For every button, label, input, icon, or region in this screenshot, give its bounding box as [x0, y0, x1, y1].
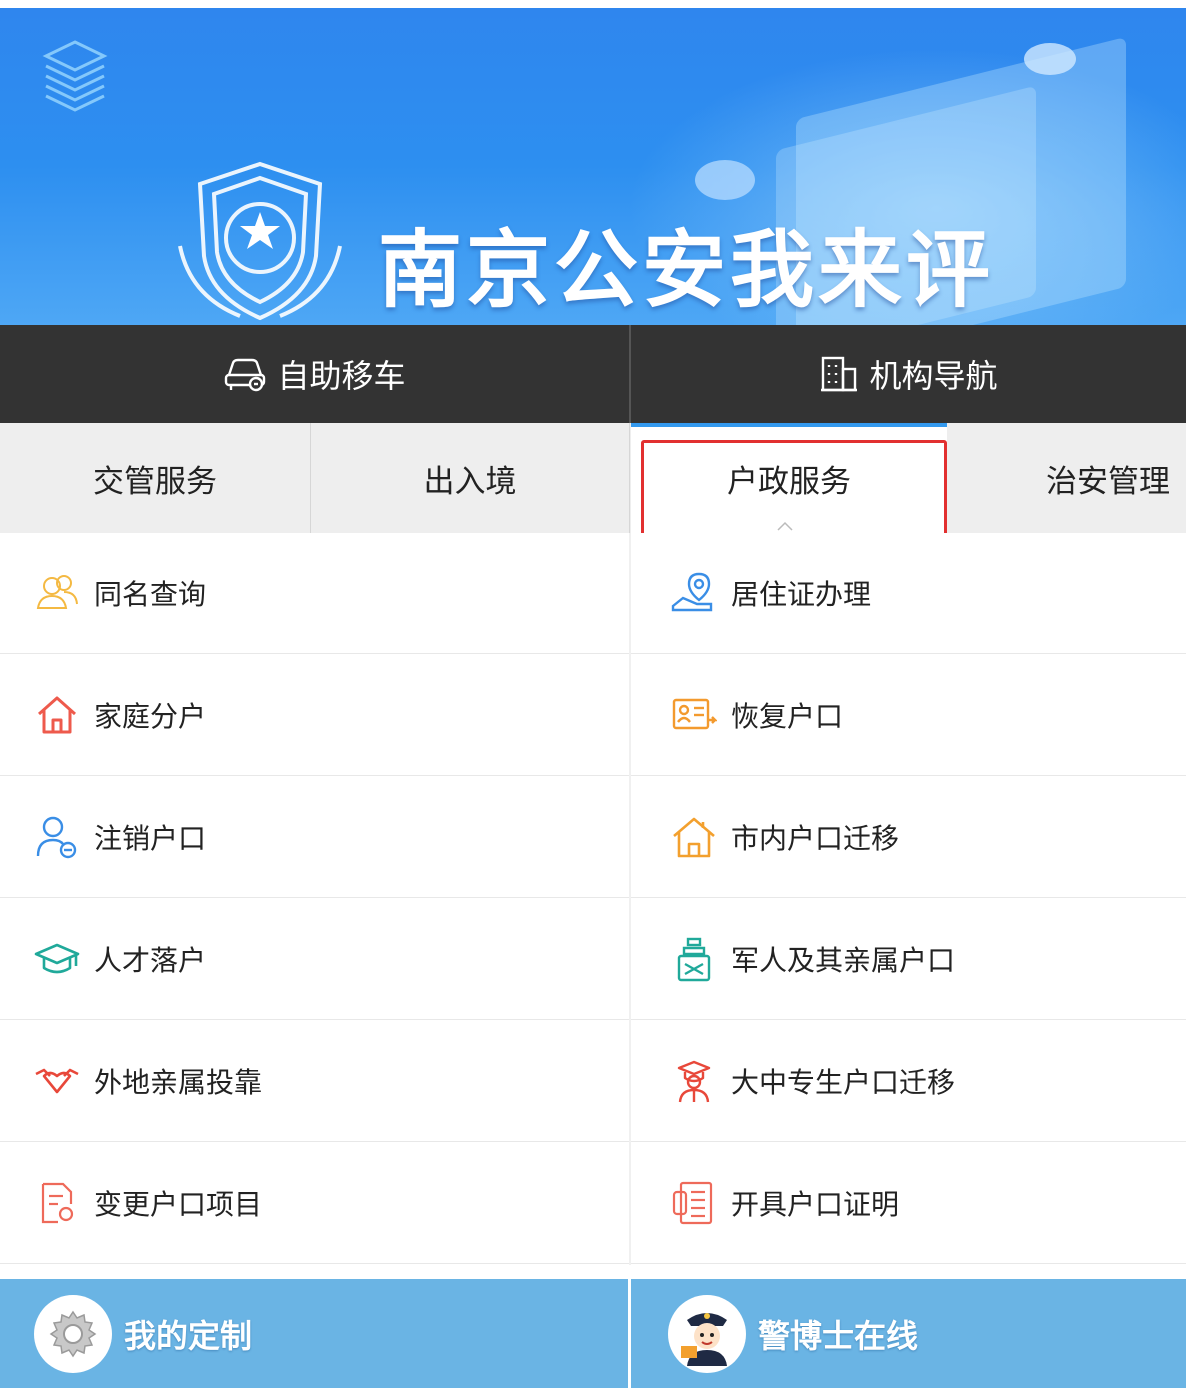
service-label: 变更户口项目 — [94, 1188, 263, 1221]
highlight-box — [641, 440, 947, 536]
service-item-city-migration[interactable]: 市内户口迁移 — [631, 777, 1186, 898]
my-customization-label: 我的定制 — [124, 1316, 253, 1355]
institution-navigation-button[interactable]: 机构导航 — [631, 325, 1186, 423]
tab-public-security[interactable]: 治安管理 — [948, 423, 1186, 533]
top-nav: 自助移车 机构导航 — [0, 325, 1186, 423]
service-item-registration-certificate[interactable]: 开具户口证明 — [631, 1143, 1186, 1264]
location-hand-icon — [671, 572, 713, 612]
top-strip — [0, 0, 1186, 8]
service-item-talent-settlement[interactable]: 人才落户 — [0, 899, 629, 1020]
service-label: 人才落户 — [94, 944, 207, 977]
category-tabs: 交管服务 出入境 户政服务 治安管理 — [0, 423, 1186, 534]
service-label: 恢复户口 — [731, 700, 844, 733]
avatar — [668, 1294, 746, 1373]
house-icon — [38, 696, 76, 734]
service-item-relatives-join[interactable]: 外地亲属投靠 — [0, 1021, 629, 1142]
service-label: 同名查询 — [94, 578, 207, 611]
service-label: 大中专生户口迁移 — [731, 1066, 956, 1099]
police-officer-icon — [681, 1312, 727, 1366]
car-icon — [225, 358, 266, 392]
document-edit-icon — [41, 1182, 74, 1224]
graduation-cap-icon — [34, 943, 80, 974]
cloud-icon — [1024, 43, 1076, 75]
service-item-change-registration-items[interactable]: 变更户口项目 — [0, 1143, 629, 1264]
people-icon — [36, 575, 78, 609]
service-label: 居住证办理 — [731, 578, 872, 611]
student-icon — [677, 1060, 711, 1103]
service-label: 外地亲属投靠 — [94, 1066, 263, 1099]
service-item-residence-permit[interactable]: 居住证办理 — [631, 533, 1186, 654]
layers-icon — [42, 40, 108, 112]
police-doctor-online-label: 警博士在线 — [758, 1316, 919, 1355]
building-icon — [821, 356, 858, 392]
active-tab-indicator — [631, 423, 947, 427]
tab-divider — [629, 423, 630, 533]
cloud-icon — [695, 160, 755, 200]
police-doctor-online-button[interactable]: 警博士在线 — [668, 1279, 918, 1388]
bottom-bar: 我的定制 警博士在线 — [0, 1279, 1186, 1388]
service-grid: 同名查询 家庭分户 注销户口 人才落户 外地亲属投靠 变更户口项目 居住证办理 … — [0, 533, 1186, 1265]
gear-icon — [49, 1310, 97, 1357]
service-label: 开具户口证明 — [731, 1188, 900, 1221]
service-item-military-registration[interactable]: 军人及其亲属户口 — [631, 899, 1186, 1020]
banner: 南京公安我来评 — [0, 8, 1186, 325]
service-label: 市内户口迁移 — [731, 822, 900, 855]
service-label: 军人及其亲属户口 — [731, 944, 956, 977]
service-item-family-split[interactable]: 家庭分户 — [0, 655, 629, 776]
certificate-icon — [672, 1181, 713, 1225]
service-label: 注销户口 — [94, 822, 207, 855]
police-emblem-icon — [178, 161, 342, 321]
avatar — [34, 1294, 112, 1373]
bottom-divider — [628, 1279, 631, 1388]
my-customization-button[interactable]: 我的定制 — [34, 1279, 252, 1388]
tab-exit-entry[interactable]: 出入境 — [311, 423, 629, 533]
institution-navigation-label: 机构导航 — [869, 357, 998, 395]
service-item-student-migration[interactable]: 大中专生户口迁移 — [631, 1021, 1186, 1142]
service-item-cancel-registration[interactable]: 注销户口 — [0, 777, 629, 898]
soldier-icon — [677, 937, 711, 982]
handshake-icon — [35, 1068, 79, 1094]
person-cancel-icon — [36, 816, 77, 859]
id-card-icon — [672, 698, 717, 730]
banner-title: 南京公安我来评 — [378, 221, 995, 319]
service-item-same-name-query[interactable]: 同名查询 — [0, 533, 629, 654]
service-item-restore-registration[interactable]: 恢复户口 — [631, 655, 1186, 776]
self-service-move-car-button[interactable]: 自助移车 — [0, 325, 629, 423]
service-label: 家庭分户 — [94, 700, 207, 733]
self-service-move-car-label: 自助移车 — [277, 357, 406, 395]
tab-traffic-services[interactable]: 交管服务 — [0, 423, 310, 533]
chevron-up-icon — [777, 521, 793, 531]
home-move-icon — [673, 817, 715, 858]
